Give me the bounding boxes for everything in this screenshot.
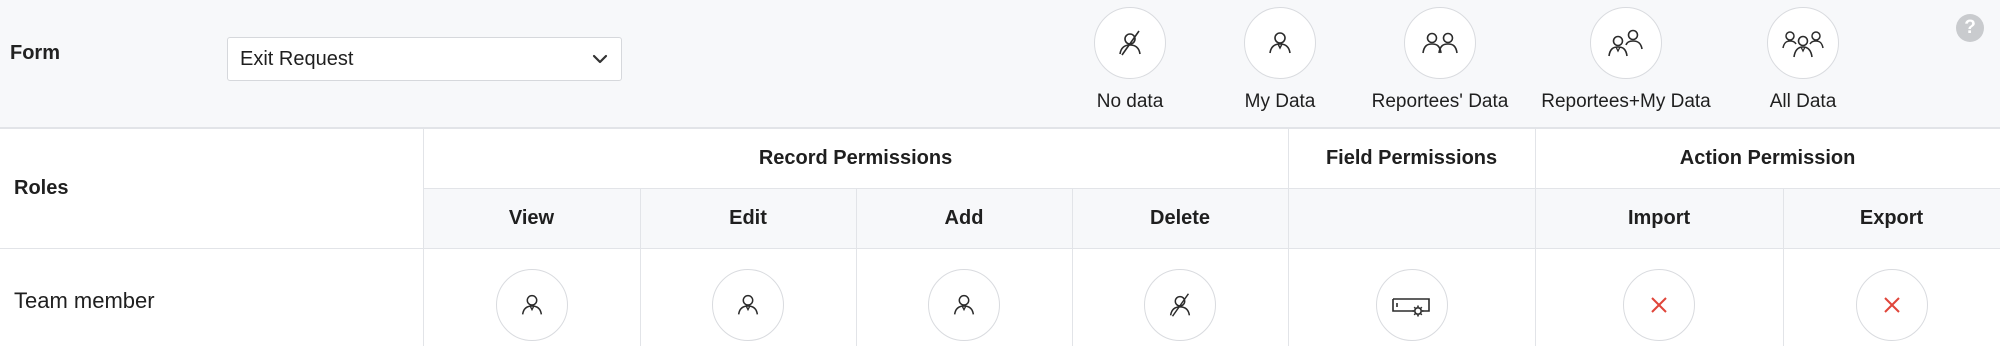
- permissions-table: Roles Record Permissions Field Permissio…: [0, 128, 2000, 346]
- table-row: Team member: [0, 248, 2000, 346]
- column-add: Add: [855, 188, 1073, 249]
- roles-header: Roles: [0, 128, 424, 249]
- action-permission-header: Action Permission: [1534, 128, 2000, 189]
- column-edit: Edit: [639, 188, 857, 249]
- chevron-down-icon: [592, 54, 608, 64]
- reportees-data-icon: [1422, 32, 1458, 54]
- form-toolbar: Form Exit Request No data My Data Report…: [0, 0, 2000, 128]
- role-name: Team member: [0, 248, 424, 346]
- my-data-icon: [737, 294, 759, 315]
- my-data-icon: [1269, 32, 1291, 54]
- view-permission-toggle[interactable]: [495, 268, 568, 341]
- legend-all-data: All Data: [1713, 7, 1893, 113]
- import-permission-cell: [1534, 248, 1784, 346]
- column-view: View: [422, 188, 641, 249]
- field-permission-cell: [1287, 248, 1536, 346]
- column-delete: Delete: [1071, 188, 1289, 249]
- legend-label: All Data: [1769, 91, 1837, 112]
- field-permission-toggle[interactable]: [1375, 268, 1448, 341]
- delete-permission-toggle[interactable]: [1144, 268, 1217, 341]
- import-permission-toggle[interactable]: [1623, 268, 1696, 341]
- add-permission-toggle[interactable]: [928, 268, 1000, 341]
- view-permission-cell: [422, 248, 641, 346]
- legend-circle: [1767, 7, 1839, 79]
- record-permissions-header: Record Permissions: [422, 128, 1289, 189]
- legend-label: My Data: [1244, 91, 1316, 112]
- my-data-icon: [521, 294, 542, 315]
- legend-circle: [1094, 7, 1166, 79]
- no-data-icon: [1169, 292, 1191, 317]
- column-field: [1287, 188, 1536, 249]
- edit-permission-toggle[interactable]: [712, 268, 784, 341]
- legend-reportees-data: Reportees' Data: [1350, 7, 1530, 113]
- column-import: Import: [1534, 188, 1784, 249]
- field-permissions-header: Field Permissions: [1287, 128, 1536, 189]
- legend-label: Reportees' Data: [1371, 91, 1509, 112]
- legend-my-data: My Data: [1190, 7, 1370, 113]
- legend-reportees-my-data: Reportees+My Data: [1536, 7, 1716, 113]
- edit-permission-cell: [639, 248, 857, 346]
- export-permission-cell: [1782, 248, 2000, 346]
- denied-x-icon: [1651, 296, 1667, 313]
- delete-permission-cell: [1071, 248, 1289, 346]
- all-data-icon: [1782, 31, 1824, 58]
- no-data-icon: [1119, 30, 1141, 56]
- legend-circle: [1404, 7, 1476, 79]
- denied-x-icon: [1883, 296, 1900, 313]
- form-select[interactable]: Exit Request: [227, 37, 622, 81]
- add-permission-cell: [855, 248, 1073, 346]
- reportees-my-data-icon: [1608, 29, 1643, 57]
- my-data-icon: [953, 294, 975, 315]
- help-icon[interactable]: ?: [1956, 14, 1984, 42]
- field-settings-icon: [1391, 297, 1430, 316]
- legend-label: No data: [1096, 91, 1164, 112]
- legend-circle: [1590, 7, 1662, 79]
- column-export: Export: [1782, 188, 2000, 249]
- legend-circle: [1244, 7, 1316, 79]
- form-select-value: Exit Request: [240, 47, 354, 70]
- legend-label: Reportees+My Data: [1541, 91, 1711, 112]
- form-label: Form: [10, 42, 60, 64]
- export-permission-toggle[interactable]: [1855, 268, 1928, 341]
